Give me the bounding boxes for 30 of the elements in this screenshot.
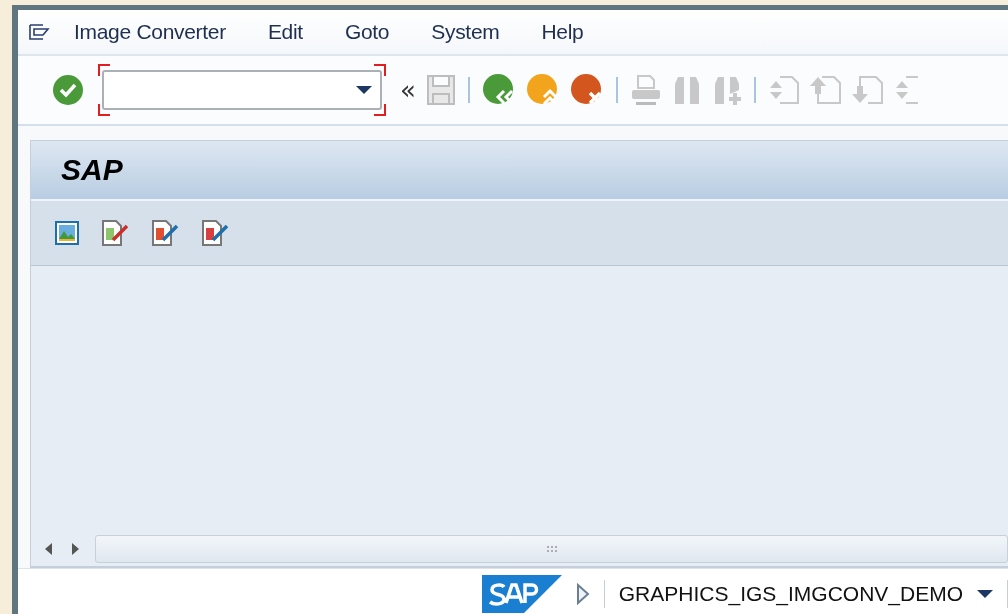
scroll-left-icon[interactable] [45, 543, 53, 555]
edit-document-icon[interactable] [201, 220, 229, 246]
dropdown-icon[interactable] [356, 85, 372, 95]
back-icon[interactable] [481, 73, 516, 107]
focus-corner [98, 104, 110, 116]
transaction-code[interactable]: GRAPHICS_IGS_IMGCONV_DEMO [618, 582, 963, 606]
menu-icon[interactable] [28, 23, 50, 41]
print-icon[interactable] [629, 74, 662, 106]
dropdown-icon[interactable] [977, 589, 993, 599]
command-field[interactable] [102, 70, 382, 110]
menu-item[interactable]: System [431, 20, 500, 44]
scroll-right-icon[interactable] [71, 543, 79, 555]
cancel-icon[interactable] [569, 73, 604, 107]
focus-corner [374, 64, 386, 76]
enter-icon[interactable] [52, 74, 84, 106]
edit-document-icon[interactable] [101, 220, 129, 246]
save-icon[interactable] [425, 74, 456, 106]
focus-corner [98, 64, 110, 76]
focus-corner [374, 104, 386, 116]
menu-item[interactable]: Goto [344, 20, 390, 44]
edit-document-icon[interactable] [151, 220, 179, 246]
exit-icon[interactable] [525, 73, 560, 107]
menu-item[interactable]: Image Converter [74, 20, 226, 44]
screen-title: SAP [61, 153, 123, 187]
image-icon[interactable] [55, 221, 79, 245]
menu-item[interactable]: Edit [267, 20, 303, 44]
scrollbar-thumb[interactable] [95, 535, 1008, 563]
collapse-button[interactable]: « [400, 75, 416, 105]
expand-icon[interactable] [575, 583, 590, 605]
menu-item[interactable]: Help [541, 20, 584, 44]
